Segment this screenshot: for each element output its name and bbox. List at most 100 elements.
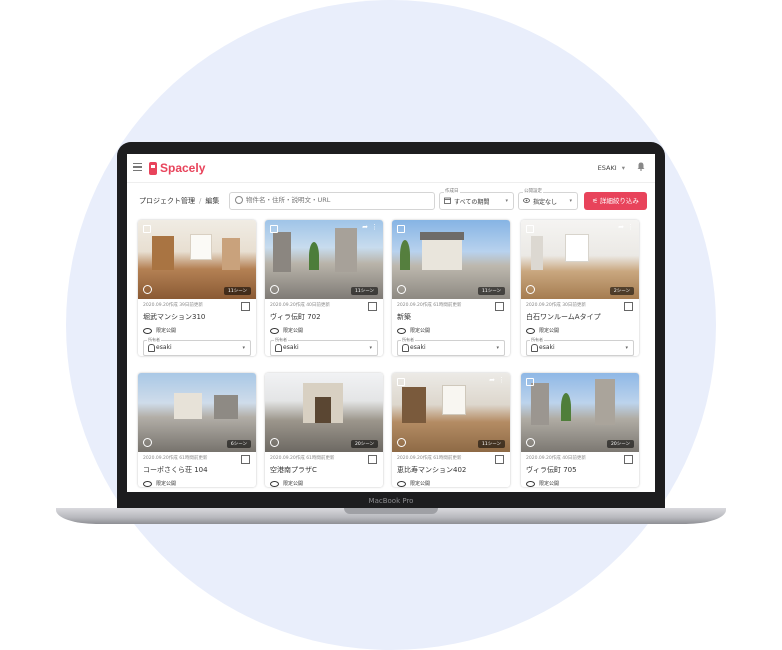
project-card[interactable]: 11シーン 2020.09.20作成 61時間前更新 新築 限定公開 所有者 e… <box>392 220 510 356</box>
card-date: 2020.09.20作成 61時間前更新 <box>143 456 208 461</box>
card-date: 2020.09.20作成 40日前更新 <box>526 456 586 461</box>
panorama-thumbnail[interactable]: 11シーン <box>392 220 510 299</box>
scene-count: 6シーン <box>226 440 251 448</box>
eye-icon <box>526 327 535 334</box>
owner-select[interactable]: 所有者 esaki ▾ <box>397 337 505 356</box>
chevron-down-icon: ▾ <box>242 345 245 351</box>
eye-icon <box>270 327 279 334</box>
scene-count: 20シーン <box>350 440 378 448</box>
play-icon[interactable] <box>526 285 535 294</box>
project-card[interactable]: ➦ ⋮ 11シーン 2020.09.20作成 61時間前更新 恵比寿マンション4… <box>392 373 510 487</box>
play-icon[interactable] <box>143 285 152 294</box>
project-card[interactable]: 20シーン 2020.09.20作成 61時間前更新 空港南プラザC 限定公開 <box>265 373 383 487</box>
card-title: 堀武マンション310 <box>143 313 206 321</box>
project-card[interactable]: ➦ ⋮ 2シーン 2020.09.20作成 30日前更新 白石ワンルームAタイプ… <box>521 220 639 356</box>
card-date: 2020.09.20作成 61時間前更新 <box>270 456 335 461</box>
breadcrumb-root[interactable]: プロジェクト管理 <box>139 197 195 205</box>
owner-value: esaki <box>283 344 299 351</box>
panorama-thumbnail[interactable]: 11シーン <box>138 220 256 299</box>
visibility-status: 限定公開 <box>270 327 378 334</box>
play-icon[interactable] <box>397 285 406 294</box>
share-icon[interactable]: ➦ <box>489 376 495 384</box>
qr-icon[interactable] <box>624 455 633 464</box>
eye-icon <box>143 480 152 487</box>
visibility-label: 限定公開 <box>283 481 304 487</box>
checkbox-icon[interactable] <box>270 225 278 233</box>
visibility-status: 限定公開 <box>270 480 378 487</box>
more-icon[interactable]: ⋮ <box>627 223 634 231</box>
period-select[interactable]: 作成日 すべての期間 ▾ <box>439 188 514 210</box>
project-card[interactable]: 20シーン 2020.09.20作成 40日前更新 ヴィラ伝町 705 限定公開 <box>521 373 639 487</box>
play-icon[interactable] <box>270 438 279 447</box>
search-box[interactable] <box>229 192 435 210</box>
menu-icon[interactable] <box>133 163 142 172</box>
visibility-label: 限定公開 <box>156 328 177 334</box>
toolbar: プロジェクト管理 /編集 作成日 すべての期間 ▾ 公開設定 指定なし ▾ ⚟詳細… <box>127 186 655 216</box>
project-card[interactable]: 6シーン 2020.09.20作成 61時間前更新 コーポさくら荘 104 限定… <box>138 373 256 487</box>
calendar-icon <box>444 197 451 204</box>
panorama-thumbnail[interactable]: 20シーン <box>521 373 639 452</box>
panorama-thumbnail[interactable]: ➦ ⋮ 2シーン <box>521 220 639 299</box>
checkbox-icon[interactable] <box>143 225 151 233</box>
checkbox-icon[interactable] <box>526 378 534 386</box>
panorama-thumbnail[interactable]: 20シーン <box>265 373 383 452</box>
visibility-select[interactable]: 公開設定 指定なし ▾ <box>518 188 578 210</box>
owner-caption: 所有者 <box>530 337 544 343</box>
checkbox-icon[interactable] <box>526 225 534 233</box>
bell-icon[interactable] <box>637 162 645 171</box>
card-meta: 2020.09.20作成 61時間前更新 恵比寿マンション402 限定公開 <box>392 452 510 487</box>
card-meta: 2020.09.20作成 39日前更新 堀武マンション310 限定公開 所有者 … <box>138 299 256 356</box>
breadcrumb: プロジェクト管理 / 編集 <box>139 196 219 206</box>
app-screen: Spacely ESAKI ▾ プロジェクト管理 /編集 作成日 すべての期間 ▾… <box>127 154 655 492</box>
play-icon[interactable] <box>526 438 535 447</box>
person-icon <box>148 344 155 352</box>
search-input[interactable] <box>246 196 426 204</box>
share-icon[interactable]: ➦ <box>618 223 624 231</box>
checkbox-icon[interactable] <box>397 225 405 233</box>
qr-icon[interactable] <box>368 302 377 311</box>
visibility-status: 限定公開 <box>143 327 251 334</box>
visibility-label: 限定公開 <box>156 481 177 487</box>
share-icon[interactable]: ➦ <box>362 223 368 231</box>
card-title: 白石ワンルームAタイプ <box>526 313 601 321</box>
eye-icon <box>523 198 530 203</box>
panorama-thumbnail[interactable]: ➦ ⋮ 11シーン <box>392 373 510 452</box>
qr-icon[interactable] <box>624 302 633 311</box>
owner-value: esaki <box>410 344 426 351</box>
checkbox-icon[interactable] <box>397 378 405 386</box>
panorama-thumbnail[interactable]: 6シーン <box>138 373 256 452</box>
project-card[interactable]: 11シーン 2020.09.20作成 39日前更新 堀武マンション310 限定公… <box>138 220 256 356</box>
scene-count: 11シーン <box>477 287 505 295</box>
owner-select[interactable]: 所有者 esaki ▾ <box>143 337 251 356</box>
eye-icon <box>143 327 152 334</box>
card-meta: 2020.09.20作成 61時間前更新 コーポさくら荘 104 限定公開 <box>138 452 256 487</box>
visibility-value: 指定なし <box>533 199 558 206</box>
advanced-filter-button[interactable]: ⚟ 詳細絞り込み <box>584 192 647 210</box>
play-icon[interactable] <box>397 438 406 447</box>
play-icon[interactable] <box>270 285 279 294</box>
card-title: 新築 <box>397 313 411 321</box>
qr-icon[interactable] <box>495 302 504 311</box>
qr-icon[interactable] <box>241 455 250 464</box>
brand-name: Spacely <box>160 161 206 175</box>
qr-icon[interactable] <box>241 302 250 311</box>
owner-select[interactable]: 所有者 esaki ▾ <box>526 337 634 356</box>
logo[interactable]: Spacely <box>149 160 205 176</box>
panorama-thumbnail[interactable]: ➦ ⋮ 11シーン <box>265 220 383 299</box>
project-card[interactable]: ➦ ⋮ 11シーン 2020.09.20作成 40日前更新 ヴィラ伝町 702 … <box>265 220 383 356</box>
qr-icon[interactable] <box>368 455 377 464</box>
visibility-label: 限定公開 <box>410 328 431 334</box>
chevron-down-icon: ▾ <box>505 198 508 204</box>
breadcrumb-current: 編集 <box>205 197 220 205</box>
more-icon[interactable]: ⋮ <box>498 376 505 384</box>
device-label: MacBook Pro <box>368 497 414 505</box>
filter-button-label: 詳細絞り込み <box>599 197 639 205</box>
person-icon <box>402 344 409 352</box>
user-menu[interactable]: ESAKI ▾ <box>598 164 625 172</box>
more-icon[interactable]: ⋮ <box>371 223 378 231</box>
qr-icon[interactable] <box>495 455 504 464</box>
visibility-status: 限定公開 <box>397 327 505 334</box>
play-icon[interactable] <box>143 438 152 447</box>
card-title: ヴィラ伝町 702 <box>270 313 321 321</box>
owner-select[interactable]: 所有者 esaki ▾ <box>270 337 378 356</box>
